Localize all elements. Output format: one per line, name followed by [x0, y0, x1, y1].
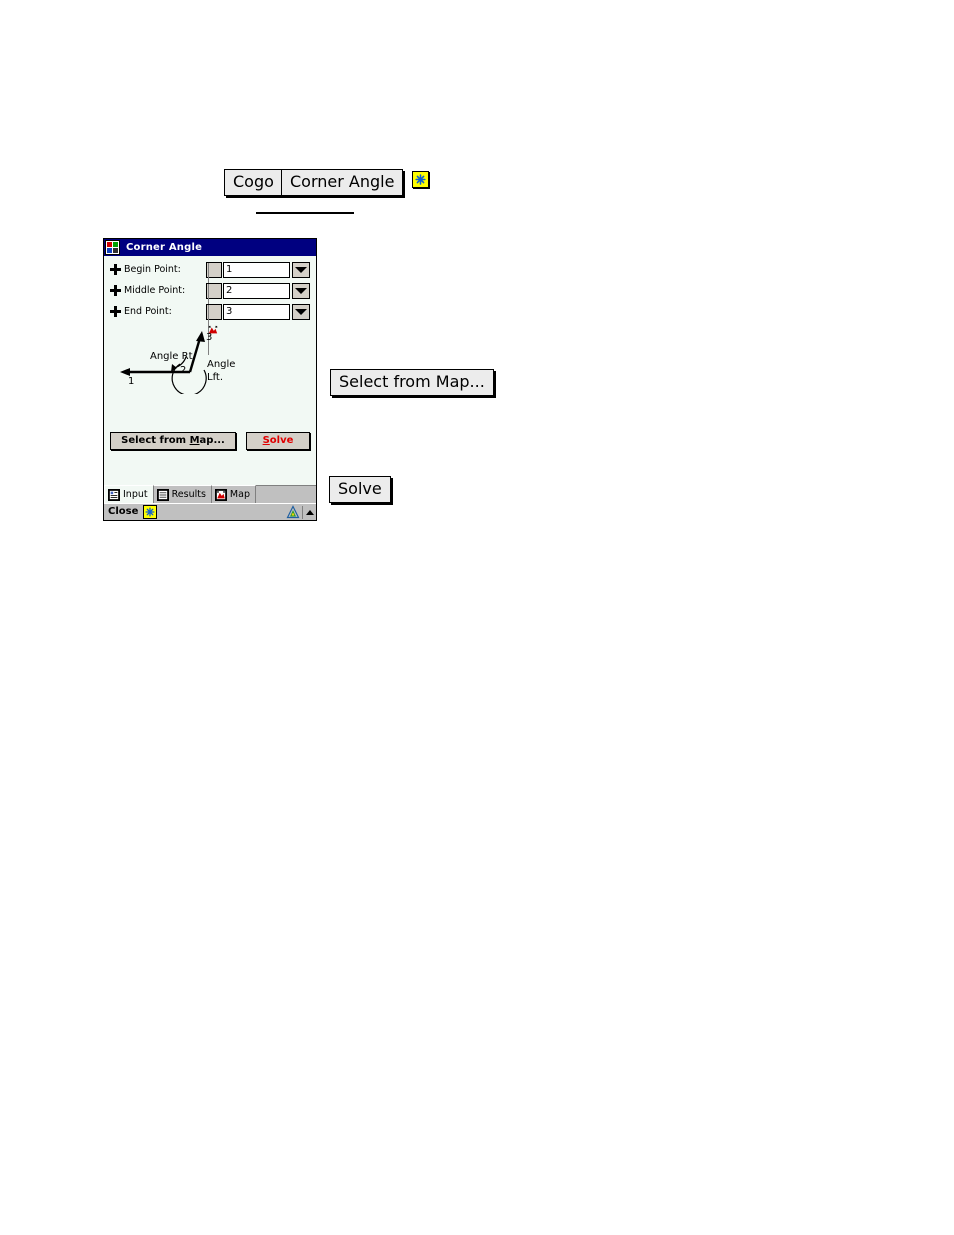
doc-callout-corner-angle-button[interactable]: Corner Angle — [281, 169, 404, 196]
close-button[interactable]: Close — [108, 507, 138, 517]
tab-map[interactable]: Map — [211, 485, 256, 503]
doc-callout-cogo-button[interactable]: Cogo — [224, 169, 283, 196]
doc-callout-select-from-map-button[interactable]: Select from Map... — [330, 369, 494, 396]
map-icon — [214, 488, 227, 501]
cogo-app-icon — [105, 240, 120, 255]
pick-from-map-icon[interactable] — [206, 261, 222, 313]
command-bar-divider — [302, 505, 303, 519]
dialog-body: Begin Point: 1 Middle Point: 2 End Point… — [104, 256, 316, 485]
field-row-middle-point: Middle Point: 2 — [110, 282, 310, 334]
dialog-title: Corner Angle — [126, 241, 203, 253]
end-point-label: End Point: — [124, 305, 172, 317]
pick-from-map-icon[interactable] — [206, 303, 222, 355]
tab-input-label: Input — [123, 488, 148, 500]
select-from-map-label-pre: Select from — [121, 435, 190, 446]
begin-point-dropdown-arrow[interactable] — [292, 261, 310, 278]
dialog-command-bar: Close — [104, 503, 316, 520]
tabbar-filler — [255, 485, 316, 503]
plus-icon[interactable] — [110, 285, 121, 296]
begin-point-label: Begin Point: — [124, 263, 181, 275]
dialog-titlebar: Corner Angle — [104, 239, 316, 256]
solve-button[interactable]: Solve — [246, 432, 310, 450]
middle-point-label: Middle Point: — [124, 284, 186, 296]
svg-text:Angle: Angle — [207, 359, 235, 370]
results-list-icon — [156, 488, 169, 501]
select-from-map-label-post: ap... — [199, 435, 225, 446]
svg-text:3: 3 — [206, 332, 212, 343]
solve-label-post: olve — [269, 435, 294, 446]
plus-icon[interactable] — [110, 306, 121, 317]
chevron-up-icon[interactable] — [305, 506, 314, 519]
corner-angle-diagram-illustration: Angle Rt Angle Lft. 1 2 3 — [112, 328, 302, 394]
svg-text:1: 1 — [128, 376, 134, 387]
solve-accel: S — [262, 435, 270, 446]
tab-input[interactable]: Input — [104, 485, 154, 503]
svg-text:Angle Rt: Angle Rt — [150, 351, 193, 362]
middle-point-input[interactable]: 2 — [223, 282, 290, 299]
field-row-end-point: End Point: 3 — [110, 303, 310, 355]
input-panel-icon[interactable] — [286, 505, 300, 519]
field-row-begin-point: Begin Point: 1 — [110, 261, 310, 313]
star-icon[interactable] — [143, 505, 158, 519]
end-point-dropdown-arrow[interactable] — [292, 303, 310, 320]
middle-point-dropdown-arrow[interactable] — [292, 282, 310, 299]
tab-map-label: Map — [229, 488, 250, 500]
svg-text:Lft.: Lft. — [207, 372, 223, 383]
tab-results[interactable]: Results — [153, 485, 212, 503]
end-point-input[interactable]: 3 — [223, 303, 290, 320]
select-from-map-accel: M — [189, 435, 200, 446]
pick-from-map-icon[interactable] — [206, 282, 222, 334]
input-form-icon — [108, 488, 120, 501]
tab-results-label: Results — [171, 488, 206, 500]
dialog-tabbar: Input Results Map — [104, 485, 316, 503]
doc-callout-solve-button[interactable]: Solve — [329, 476, 391, 503]
callout-leader-line — [256, 212, 354, 214]
svg-text:2: 2 — [180, 365, 186, 376]
begin-point-input[interactable]: 1 — [223, 261, 290, 278]
dialog-action-row: Select from Map... Solve — [110, 432, 312, 450]
corner-angle-dialog: Corner Angle Begin Point: 1 Middle Point… — [103, 238, 317, 521]
select-from-map-button[interactable]: Select from Map... — [110, 432, 236, 450]
plus-icon[interactable] — [110, 264, 121, 275]
star-icon[interactable] — [412, 171, 429, 188]
